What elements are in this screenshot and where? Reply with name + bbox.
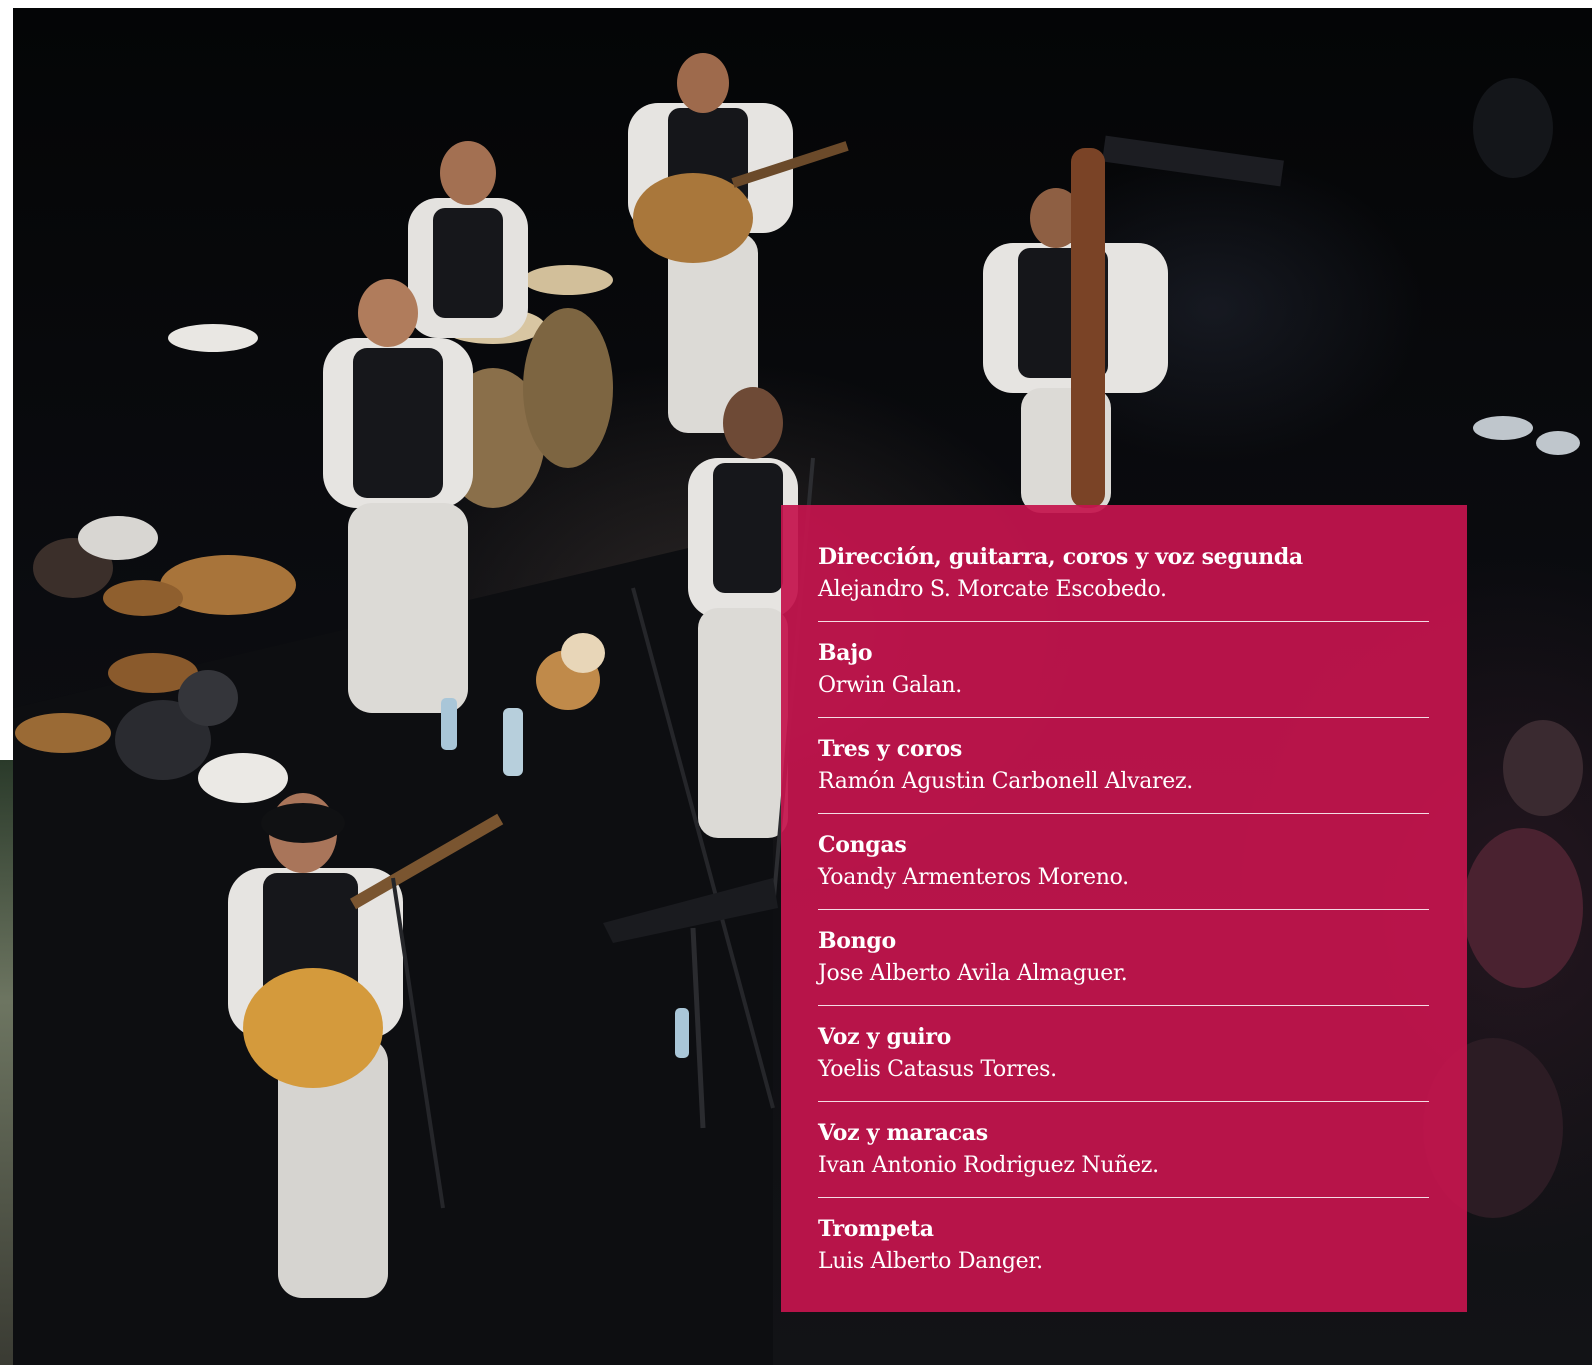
credit-name: Luis Alberto Danger. xyxy=(818,1249,1043,1274)
credit-role: Trompeta xyxy=(818,1216,934,1242)
credit-name: Yoandy Armenteros Moreno. xyxy=(818,865,1129,890)
credit-role: Bongo xyxy=(818,928,896,954)
credit-entry: Voz y guiro Yoelis Catasus Torres. xyxy=(818,1021,1429,1102)
credit-entry: Tres y coros Ramón Agustin Carbonell Alv… xyxy=(818,733,1429,814)
page: Dirección, guitarra, coros y voz segunda… xyxy=(0,0,1592,1365)
credit-role: Dirección, guitarra, coros y voz segunda xyxy=(818,544,1303,570)
credit-entry: Dirección, guitarra, coros y voz segunda… xyxy=(818,541,1429,622)
credit-name: Ramón Agustin Carbonell Alvarez. xyxy=(818,769,1193,794)
credit-role: Voz y maracas xyxy=(818,1120,988,1146)
credit-name: Alejandro S. Morcate Escobedo. xyxy=(818,577,1167,602)
credit-name: Orwin Galan. xyxy=(818,673,962,698)
credit-role: Voz y guiro xyxy=(818,1024,952,1050)
adjacent-photo-edge xyxy=(0,760,14,1365)
credit-entry: Bajo Orwin Galan. xyxy=(818,637,1429,718)
credit-name: Yoelis Catasus Torres. xyxy=(818,1057,1057,1082)
credits-panel: Dirección, guitarra, coros y voz segunda… xyxy=(781,505,1467,1312)
credit-entry: Congas Yoandy Armenteros Moreno. xyxy=(818,829,1429,910)
credit-name: Ivan Antonio Rodriguez Nuñez. xyxy=(818,1153,1159,1178)
credit-role: Bajo xyxy=(818,640,873,666)
credit-entry: Voz y maracas Ivan Antonio Rodriguez Nuñ… xyxy=(818,1117,1429,1198)
credit-role: Congas xyxy=(818,832,907,858)
credit-entry: Trompeta Luis Alberto Danger. xyxy=(818,1213,1429,1293)
credit-entry: Bongo Jose Alberto Avila Almaguer. xyxy=(818,925,1429,1006)
credit-role: Tres y coros xyxy=(818,736,962,762)
credit-name: Jose Alberto Avila Almaguer. xyxy=(818,961,1128,986)
